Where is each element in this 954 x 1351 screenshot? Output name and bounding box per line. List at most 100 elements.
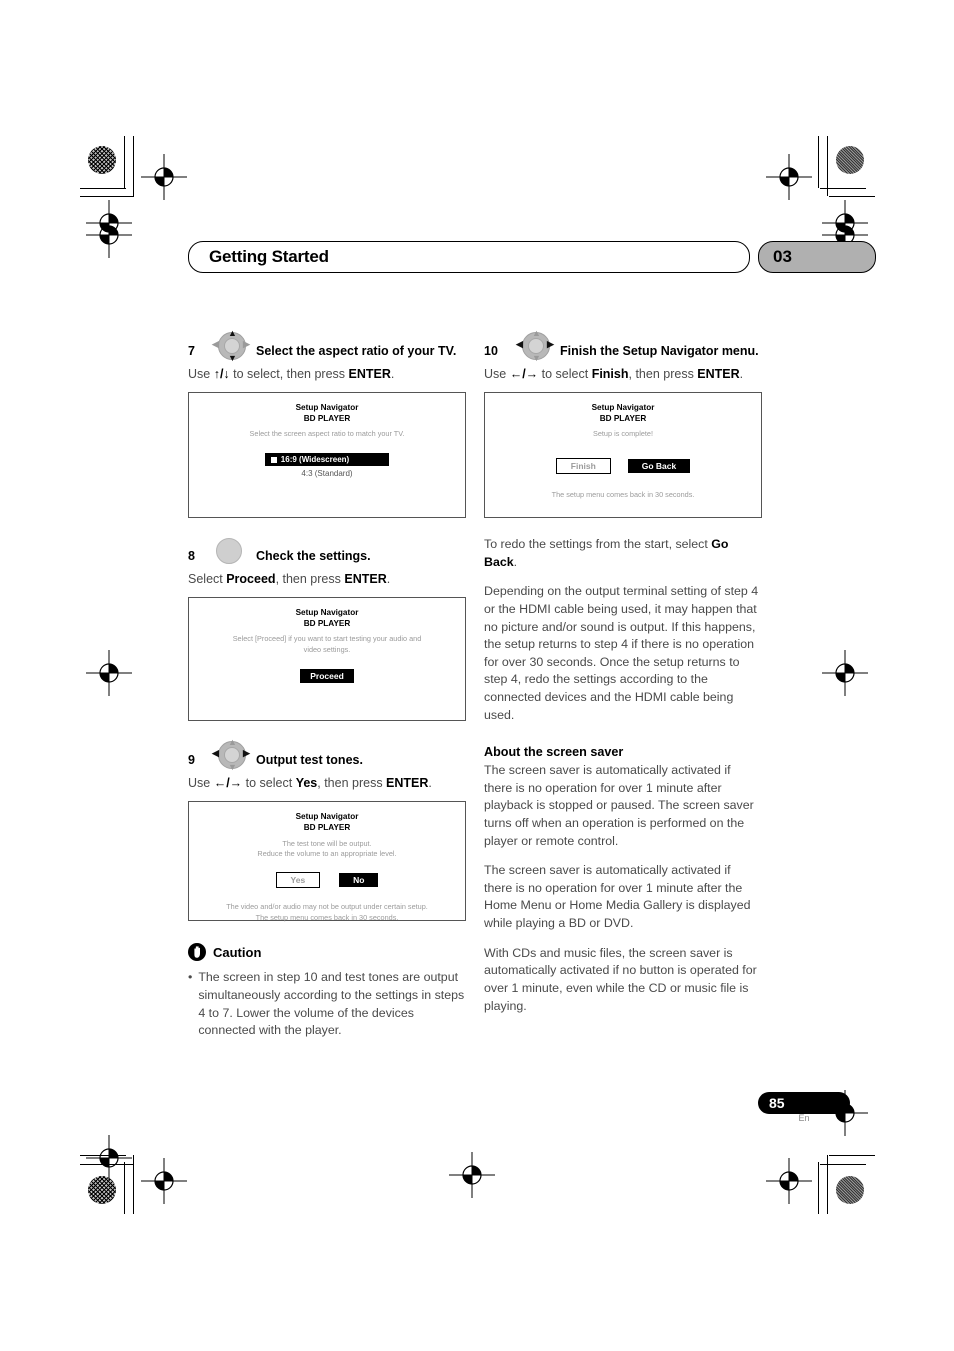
enter-key: ENTER	[386, 776, 429, 791]
dpad-icon: ▲ ▼ ◀ ▶	[212, 328, 250, 363]
osd-screen-step7: Setup Navigator BD PLAYER Select the scr…	[188, 392, 466, 519]
osd-screen-step9: Setup Navigator BD PLAYER The test tone …	[188, 801, 466, 923]
manual-page: Getting Started 03 7 ▲ ▼ ◀ ▶ Select the …	[0, 0, 954, 1351]
osd-screen-step8: Setup Navigator BD PLAYER Select [Procee…	[188, 597, 466, 722]
registration-mark	[766, 154, 812, 200]
arrow-keys: ↑/↓	[213, 367, 230, 381]
step-10: 10 ▲ ▼ ◀ ▶ Finish the Setup Navigator me…	[484, 328, 762, 364]
proceed-word: Proceed	[226, 572, 276, 587]
osd-subtitle: BD PLAYER	[303, 414, 351, 424]
osd-subtitle: BD PLAYER	[599, 414, 647, 424]
txt: Use	[188, 776, 214, 791]
step-9: 9 ▲ ▼ ◀ ▶ Output test tones.	[188, 737, 466, 773]
txt: .	[428, 776, 432, 791]
step-10-number: 10	[484, 344, 498, 358]
txt: Use	[188, 367, 214, 381]
osd-title: Setup Navigator	[295, 403, 359, 413]
txt: Use	[484, 367, 510, 381]
page-title: Getting Started	[209, 247, 329, 266]
osd-description: Select the screen aspect ratio to match …	[249, 429, 405, 439]
screen-saver-paragraph-2: The screen saver is automatically activa…	[484, 863, 751, 931]
osd-footer-line1: The video and/or audio may not be output…	[226, 902, 428, 912]
osd-title: Setup Navigator	[295, 812, 359, 822]
step-8: 8 Check the settings.	[188, 535, 466, 569]
screen-saver-paragraph-1: The screen saver is automatically activa…	[484, 763, 754, 848]
caution-label: Caution	[213, 944, 262, 960]
osd-finish-button[interactable]: Finish	[555, 457, 611, 474]
right-column: 10 ▲ ▼ ◀ ▶ Finish the Setup Navigator me…	[484, 328, 762, 1015]
page-number: 85	[769, 1095, 785, 1111]
screen-saver-heading: About the screen saver	[484, 745, 624, 760]
registration-mark-top-left-outer	[86, 212, 132, 258]
yes-word: Yes	[295, 776, 318, 791]
step-10-instruction: Use ←/→ to select Finish, then press ENT…	[484, 365, 762, 383]
caution-bullet: • The screen in step 10 and test tones a…	[188, 969, 466, 1039]
screen-saver-paragraph-3: With CDs and music files, the screen sav…	[484, 945, 757, 1013]
osd-no-button[interactable]: No	[339, 873, 379, 888]
step-7-number: 7	[188, 344, 195, 358]
page-number-badge: 85	[758, 1092, 850, 1114]
step-8-number: 8	[188, 549, 195, 564]
osd-proceed-button[interactable]: Proceed	[300, 669, 354, 684]
osd-option-list: 16:9 (Widescreen) 4:3 (Standard)	[189, 449, 465, 478]
txt: , then press	[628, 367, 698, 381]
txt: .	[390, 367, 395, 381]
osd-option-selected-label: 16:9 (Widescreen)	[280, 455, 350, 465]
enter-key: ENTER	[697, 367, 740, 381]
registration-mark	[766, 1158, 812, 1204]
chapter-number: 03	[773, 247, 792, 266]
txt: to select	[242, 776, 296, 791]
osd-description: Select [Proceed] if you want to start te…	[232, 634, 422, 655]
caution-heading: Caution	[188, 943, 466, 962]
registration-mark	[141, 1158, 187, 1204]
dpad-icon: ▲ ▼ ◀ ▶	[516, 328, 554, 363]
registration-mark	[141, 154, 187, 200]
osd-subtitle: BD PLAYER	[303, 619, 351, 629]
txt: .	[513, 554, 518, 569]
osd-option-selected[interactable]: 16:9 (Widescreen)	[264, 453, 390, 467]
step-8-instruction: Select Proceed, then press ENTER.	[188, 570, 466, 588]
osd-description-line1: The test tone will be output.	[282, 838, 372, 848]
step-7: 7 ▲ ▼ ◀ ▶ Select the aspect ratio of you…	[188, 328, 466, 364]
page-header-pill: Getting Started	[188, 241, 750, 273]
txt: , then press	[275, 572, 345, 587]
registration-mark	[86, 1135, 132, 1181]
finish-word: Finish	[591, 367, 629, 381]
enter-key: ENTER	[344, 572, 387, 587]
osd-title: Setup Navigator	[295, 608, 359, 618]
step-9-number: 9	[188, 753, 195, 768]
osd-subtitle: BD PLAYER	[303, 823, 351, 833]
osd-yes-button[interactable]: Yes	[275, 872, 321, 889]
dpad-icon: ▲ ▼ ◀ ▶	[212, 737, 250, 773]
txt: , then press	[317, 776, 387, 791]
osd-title: Setup Navigator	[591, 403, 655, 413]
selection-square-icon	[270, 457, 277, 464]
txt: .	[739, 367, 744, 381]
paragraph-depending: Depending on the output terminal setting…	[484, 584, 759, 722]
txt: .	[386, 572, 391, 587]
enter-key: ENTER	[348, 367, 391, 381]
osd-footer-line2: The setup menu comes back in 30 seconds.	[255, 913, 399, 923]
osd-footer: The setup menu comes back in 30 seconds.	[551, 490, 695, 500]
arrow-keys: ←/→	[509, 367, 539, 381]
txt: to select	[538, 367, 592, 381]
txt: to select, then press	[229, 367, 349, 381]
registration-mark-right-middle	[822, 650, 868, 696]
txt: Select	[188, 572, 227, 587]
step-7-instruction: Use ↑/↓ to select, then press ENTER.	[188, 365, 466, 383]
chapter-number-badge: 03	[758, 241, 876, 273]
caution-bullet-text: The screen in step 10 and test tones are…	[198, 970, 465, 1038]
caution-hand-icon	[188, 943, 206, 962]
page-language-code: En	[798, 1113, 810, 1123]
osd-option-other[interactable]: 4:3 (Standard)	[189, 469, 465, 478]
osd-description-line2: Reduce the volume to an appropriate leve…	[257, 849, 397, 859]
step-9-instruction: Use ←/→ to select Yes, then press ENTER.	[188, 774, 466, 792]
osd-goback-button[interactable]: Go Back	[627, 458, 691, 473]
registration-mark-bottom-center	[449, 1152, 495, 1198]
round-button-icon	[212, 535, 250, 569]
osd-screen-step10: Setup Navigator BD PLAYER Setup is compl…	[484, 392, 762, 519]
left-column: 7 ▲ ▼ ◀ ▶ Select the aspect ratio of you…	[188, 328, 466, 1040]
registration-mark-left-middle	[86, 650, 132, 696]
paragraph-redo: To redo the settings from the start, sel…	[484, 536, 762, 571]
arrow-keys: ←/→	[213, 776, 243, 791]
